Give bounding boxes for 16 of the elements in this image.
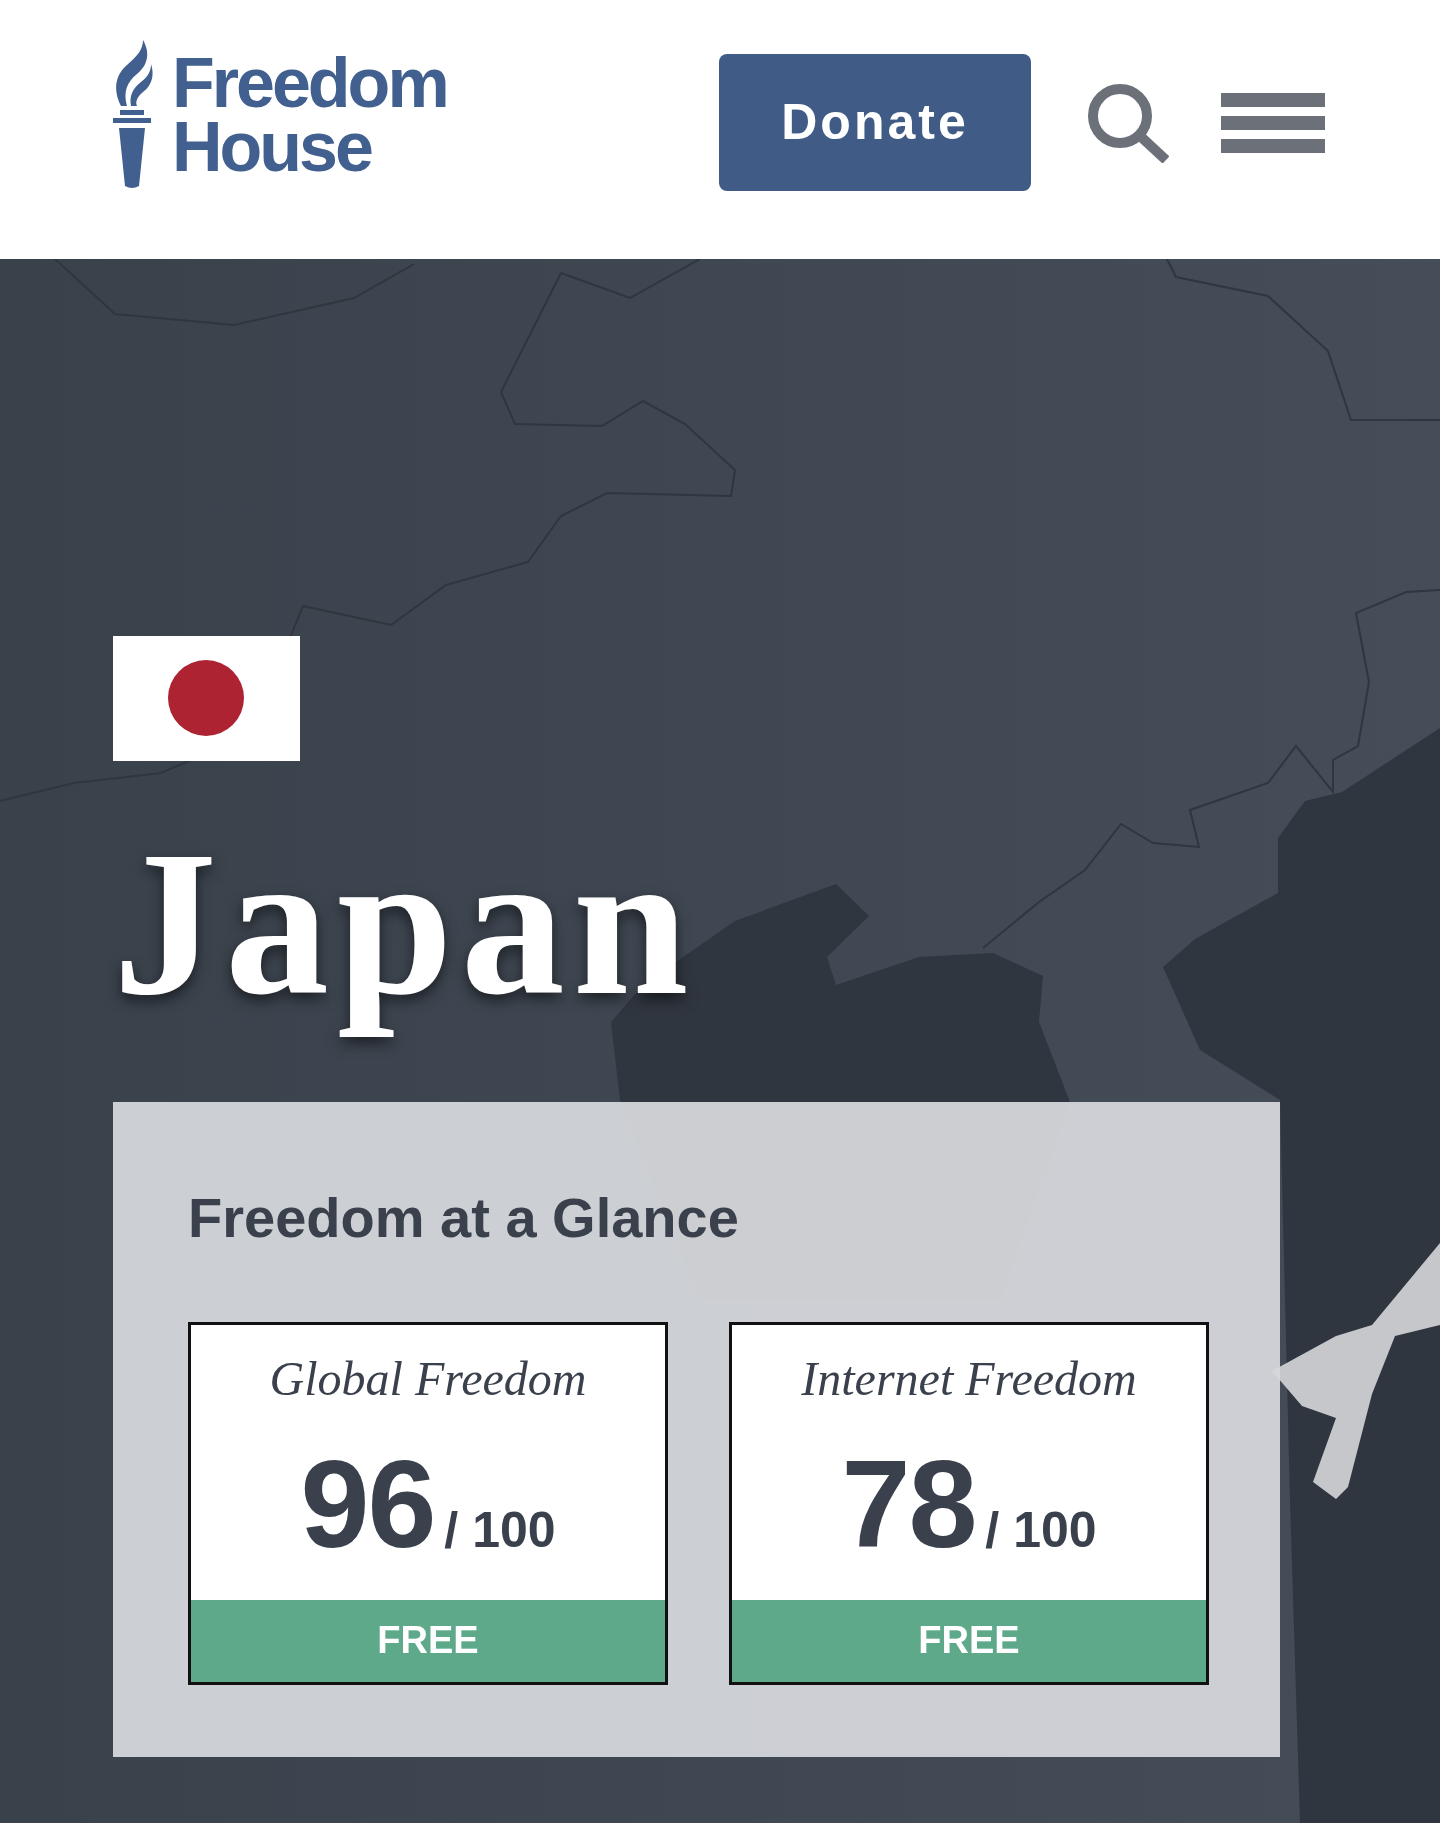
status-label: FREE <box>732 1600 1206 1682</box>
status-label: FREE <box>191 1600 665 1682</box>
search-icon[interactable] <box>1087 82 1169 163</box>
donate-button[interactable]: Donate <box>719 54 1031 191</box>
logo-link[interactable]: Freedom House <box>113 39 447 190</box>
score-maximum: / 100 <box>985 1504 1097 1555</box>
score-title: Global Freedom <box>269 1351 587 1407</box>
panel-title: Freedom at a Glance <box>188 1184 739 1251</box>
menu-icon[interactable] <box>1221 92 1325 153</box>
country-title: Japan <box>113 809 697 1038</box>
score-value: 96 <box>300 1441 435 1566</box>
torch-icon <box>113 39 153 190</box>
score-value: 78 <box>841 1441 976 1566</box>
score-title: Internet Freedom <box>801 1351 1137 1407</box>
flag-icon <box>113 636 300 761</box>
score-maximum: / 100 <box>444 1504 556 1555</box>
